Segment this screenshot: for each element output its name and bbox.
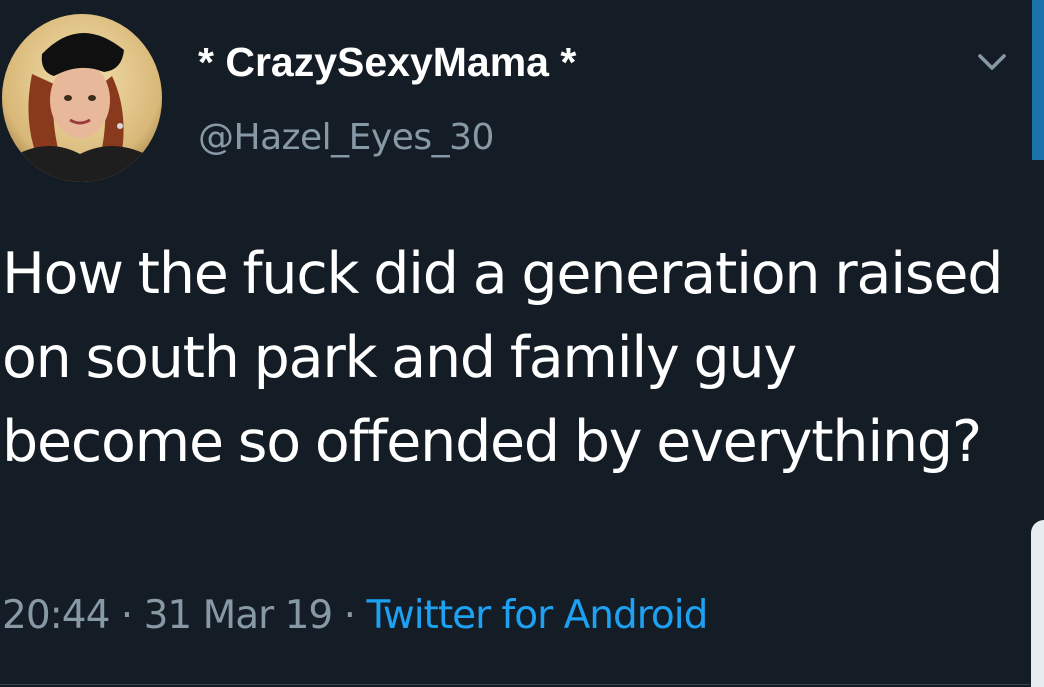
tweet-date[interactable]: 31 Mar 19 xyxy=(144,593,334,638)
tweet-meta: 20:44 · 31 Mar 19 · Twitter for Android xyxy=(2,590,708,642)
tweet-card: * CrazySexyMama * @Hazel_Eyes_30 How the… xyxy=(0,0,1044,687)
chevron-down-icon[interactable] xyxy=(972,46,1012,78)
tweet-time: 20:44 xyxy=(2,593,110,638)
user-handle[interactable]: @Hazel_Eyes_30 xyxy=(198,116,494,160)
meta-separator: · xyxy=(332,593,367,638)
side-panel-edge xyxy=(1031,520,1044,687)
avatar[interactable] xyxy=(2,14,162,182)
tweet-text: How the fuck did a generation raised on … xyxy=(2,241,1003,475)
scrollbar[interactable] xyxy=(1032,0,1044,160)
display-name[interactable]: * CrazySexyMama * xyxy=(198,38,576,86)
tweet-source-link[interactable]: Twitter for Android xyxy=(366,593,708,638)
divider xyxy=(0,684,1030,685)
meta-separator: · xyxy=(109,593,144,638)
avatar-photo xyxy=(2,14,162,182)
